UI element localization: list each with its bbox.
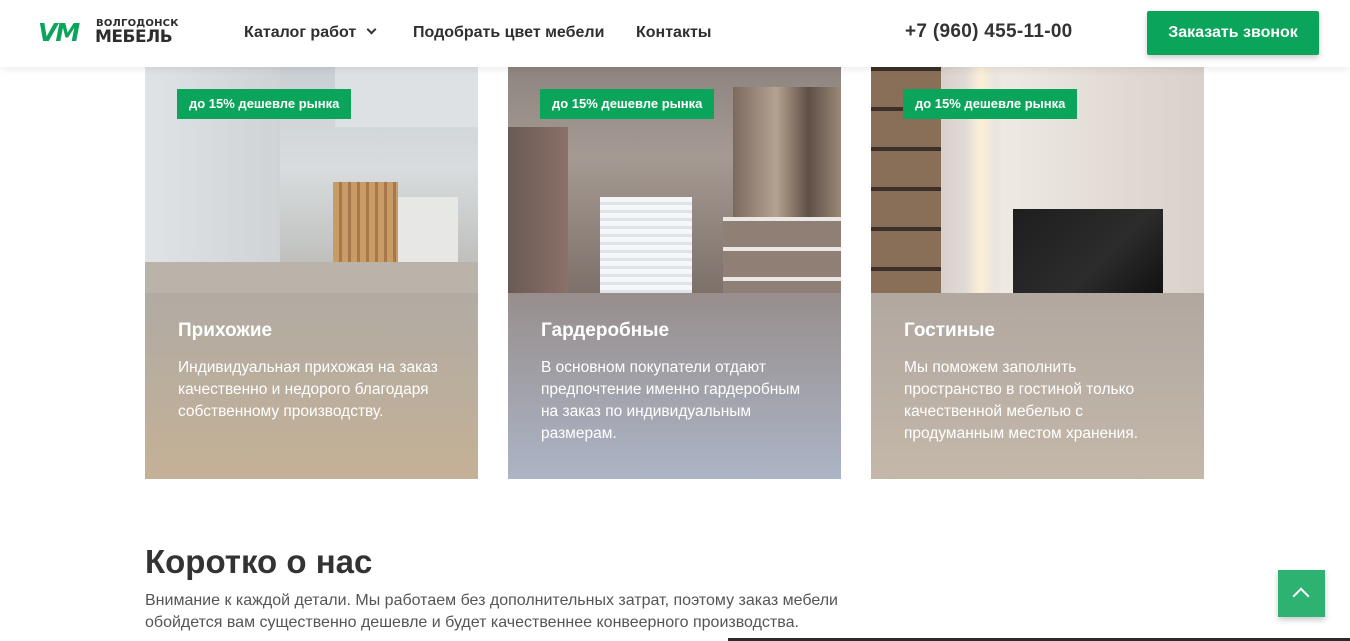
discount-badge: до 15% дешевле рынка [540, 89, 715, 119]
card-title: Прихожие [178, 320, 273, 341]
chevron-up-icon [1292, 587, 1310, 605]
nav-item-catalog-label: Каталог работ [244, 24, 357, 41]
site-header: VM ВОЛГОДОНСК МЕБЕЛЬ Каталог работ Подоб… [0, 0, 1350, 67]
logo[interactable]: VM ВОЛГОДОНСК МЕБЕЛЬ [38, 18, 178, 48]
about-text: Внимание к каждой детали. Мы работаем бе… [145, 592, 838, 631]
card-title: Гостиные [904, 320, 996, 341]
scroll-to-top-button[interactable] [1278, 570, 1325, 617]
nav-item-pick-color[interactable]: Подобрать цвет мебели [413, 22, 604, 44]
category-card-wardrobes[interactable]: до 15% дешевле рынка Гардеробные В основ… [508, 67, 841, 479]
card-title: Гардеробные [541, 320, 670, 341]
nav-item-contacts[interactable]: Контакты [636, 22, 711, 44]
card-description: Мы поможем заполнить пространство в гост… [904, 359, 1139, 442]
order-call-button[interactable]: Заказать звонок [1147, 11, 1319, 55]
chevron-down-icon [366, 24, 377, 35]
nav-item-catalog[interactable]: Каталог работ [244, 22, 377, 44]
card-description: В основном покупатели отдают предпочтени… [541, 359, 801, 442]
phone-link[interactable]: +7 (960) 455-11-00 [905, 20, 1073, 44]
logo-name: МЕБЕЛЬ [95, 27, 173, 47]
category-card-hallways[interactable]: до 15% дешевле рынка Прихожие Индивидуал… [145, 67, 478, 479]
about-heading: Коротко о нас [145, 543, 373, 580]
category-card-living-rooms[interactable]: до 15% дешевле рынка Гостиные Мы поможем… [871, 67, 1204, 479]
discount-badge: до 15% дешевле рынка [903, 89, 1078, 119]
discount-badge: до 15% дешевле рынка [177, 89, 352, 119]
logo-mark: VM [38, 18, 80, 47]
card-description: Индивидуальная прихожая на заказ качеств… [178, 359, 438, 420]
